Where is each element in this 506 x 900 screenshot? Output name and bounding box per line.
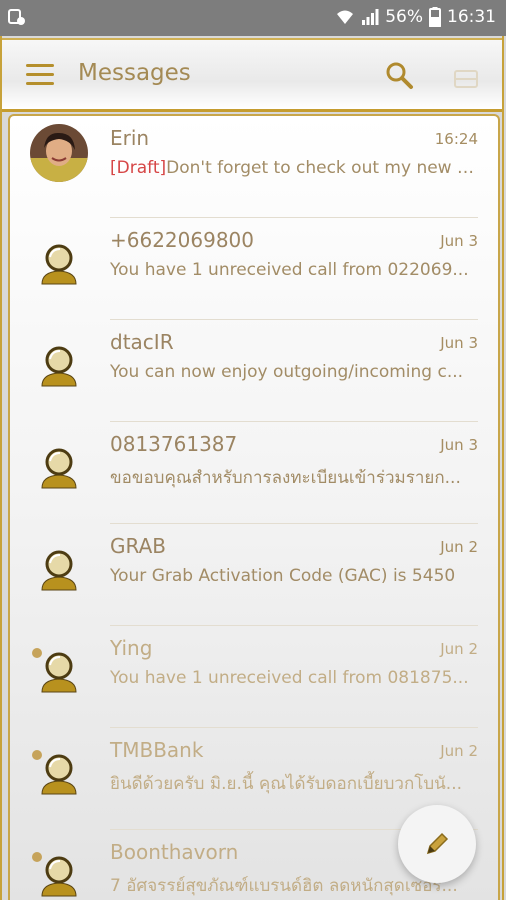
- message-time: Jun 2: [440, 538, 478, 556]
- clock: 16:31: [447, 7, 496, 27]
- app-bar: Messages: [2, 38, 502, 112]
- search-icon[interactable]: [384, 60, 414, 90]
- message-preview: You have 1 unreceived call from 081875..…: [110, 668, 469, 688]
- page-title: Messages: [78, 60, 191, 86]
- battery-icon: [429, 7, 441, 27]
- message-time: Jun 3: [440, 436, 478, 454]
- message-preview: ขอขอบคุณสำหรับการลงทะเบียนเข้าร่วมรายก..…: [110, 468, 461, 488]
- contact-name: dtacIR: [110, 330, 174, 354]
- battery-percent: 56%: [385, 7, 423, 27]
- contact-name: 0813761387: [110, 432, 238, 456]
- compose-button[interactable]: [398, 805, 476, 883]
- conversation-row[interactable]: GRAB Jun 2 Your Grab Activation Code (GA…: [10, 524, 498, 626]
- conversation-row[interactable]: 0813761387 Jun 3 ขอขอบคุณสำหรับการลงทะเบ…: [10, 422, 498, 524]
- contact-name: Ying: [110, 636, 153, 660]
- contact-placeholder-icon: [41, 448, 77, 489]
- contact-placeholder-icon: [41, 244, 77, 285]
- contact-name: GRAB: [110, 534, 166, 558]
- message-preview: ยินดีด้วยครับ มิ.ย.นี้ คุณได้รับดอกเบี้ย…: [110, 774, 463, 794]
- conversation-row[interactable]: dtacIR Jun 3 You can now enjoy outgoing/…: [10, 320, 498, 422]
- signal-icon: [362, 9, 379, 25]
- conversation-row[interactable]: Ying Jun 2 You have 1 unreceived call fr…: [10, 626, 498, 728]
- wifi-icon: [337, 10, 354, 24]
- pencil-icon: [426, 832, 449, 855]
- message-time: Jun 3: [440, 334, 478, 352]
- contact-placeholder-icon: [41, 754, 77, 795]
- contact-name: +6622069800: [110, 228, 255, 252]
- contact-placeholder-icon: [41, 550, 77, 591]
- message-preview: [Draft]Don't forget to check out my new …: [110, 158, 478, 178]
- notification-icon: [8, 9, 25, 25]
- contact-placeholder-icon: [41, 652, 77, 693]
- contact-photo: [30, 124, 88, 182]
- message-time: Jun 2: [440, 742, 478, 760]
- conversation-row[interactable]: Erin 16:24 [Draft]Don't forget to check …: [10, 116, 498, 218]
- contact-name: Boonthavorn: [110, 840, 239, 864]
- message-preview: Your Grab Activation Code (GAC) is 5450: [110, 566, 456, 586]
- contact-name: TMBBank: [110, 738, 204, 762]
- preview-text: Don't forget to check out my new t...: [166, 158, 478, 178]
- contact-placeholder-icon: [41, 856, 77, 897]
- conversation-list: Erin 16:24 [Draft]Don't forget to check …: [8, 114, 500, 900]
- menu-icon[interactable]: [26, 64, 56, 86]
- inbox-icon[interactable]: [454, 70, 478, 88]
- draft-tag: [Draft]: [110, 158, 167, 178]
- contact-name: Erin: [110, 126, 150, 150]
- conversation-row[interactable]: +6622069800 Jun 3 You have 1 unreceived …: [10, 218, 498, 320]
- contact-placeholder-icon: [41, 346, 77, 387]
- message-time: 16:24: [434, 130, 478, 148]
- message-time: Jun 3: [440, 232, 478, 250]
- message-time: Jun 2: [440, 640, 478, 658]
- message-preview: You can now enjoy outgoing/incoming c...: [110, 362, 464, 382]
- message-preview: You have 1 unreceived call from 022069..…: [110, 260, 469, 280]
- status-bar: 56% 16:31: [0, 0, 506, 36]
